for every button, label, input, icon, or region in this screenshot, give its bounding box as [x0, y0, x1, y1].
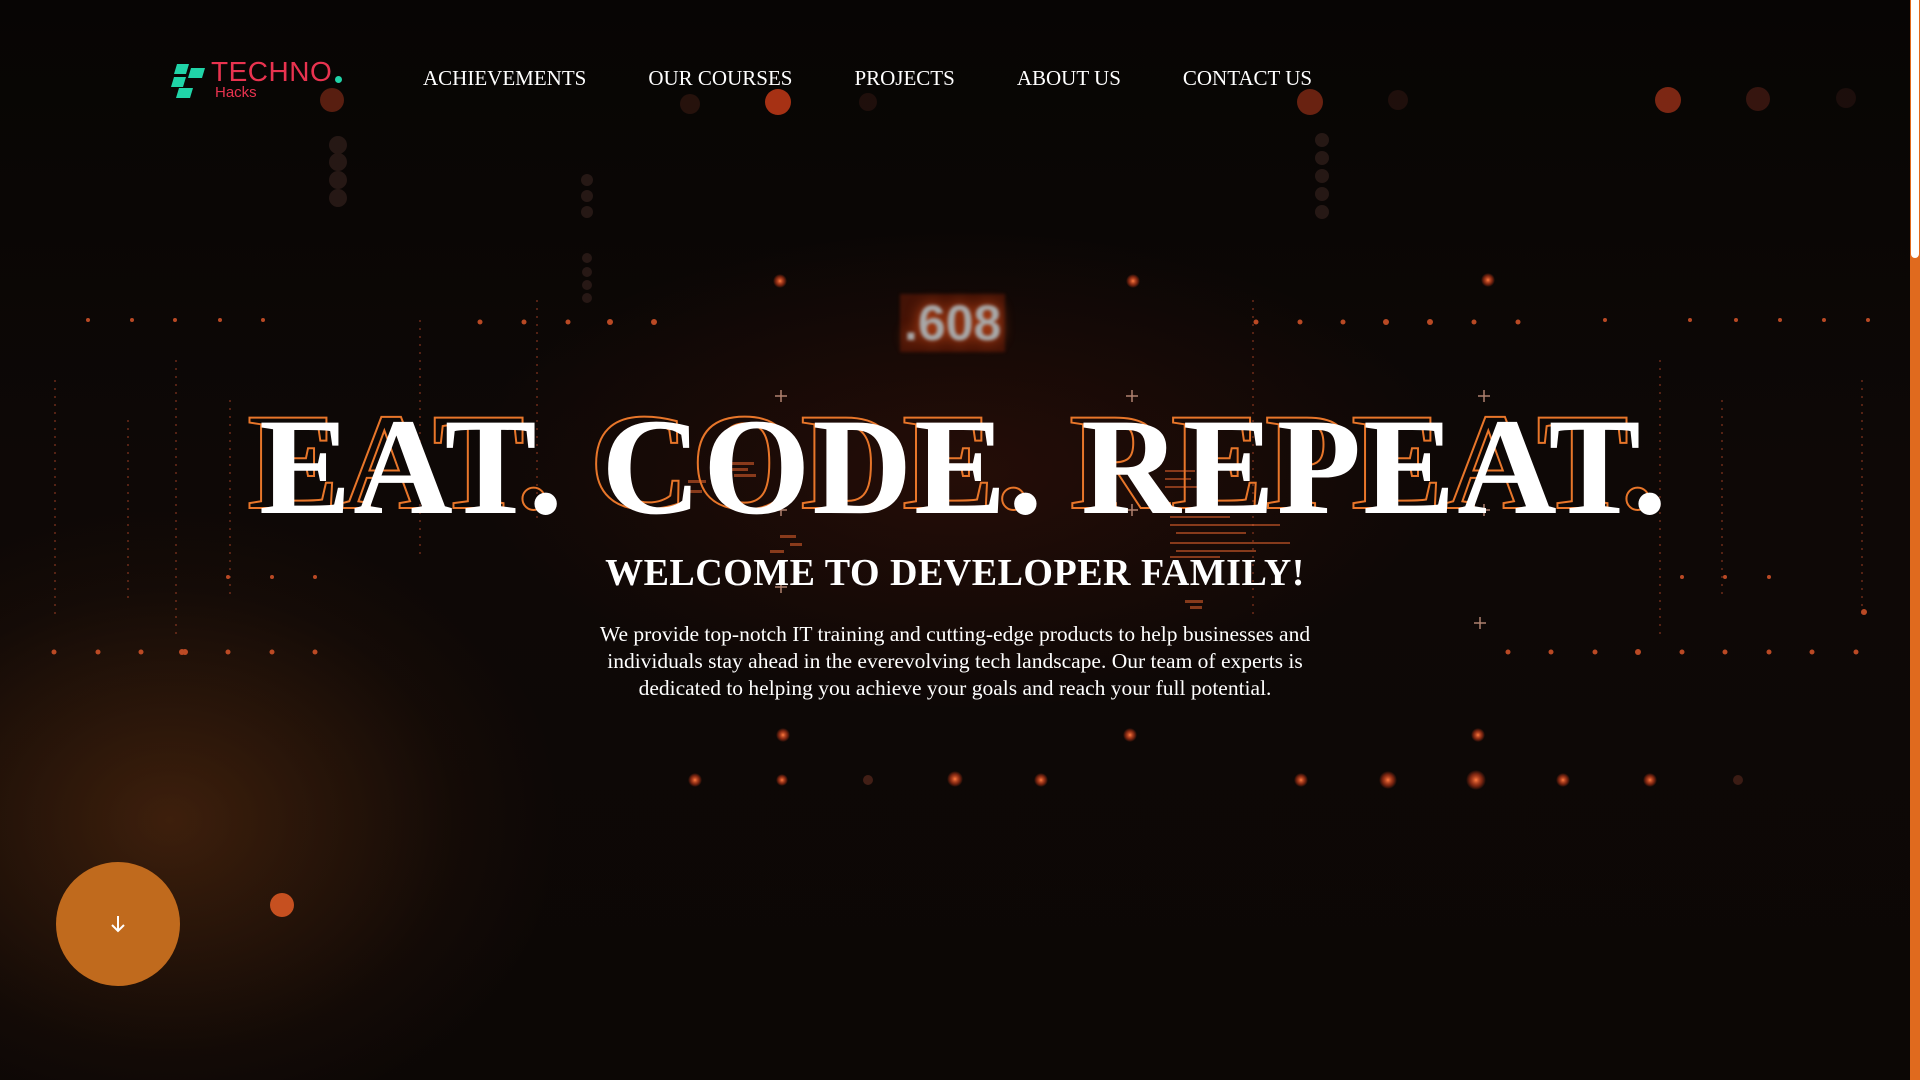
scrollbar-thumb[interactable] — [1911, 0, 1919, 258]
brand-dot — [335, 76, 342, 83]
hero-subheadline: WELCOME TO DEVELOPER FAMILY! — [605, 552, 1305, 594]
hero-headline: EAT. CODE. REPEAT. EAT. CODE. REPEAT. — [0, 386, 1920, 543]
nav-contact-us[interactable]: CONTACT US — [1183, 66, 1312, 91]
nav-about-us[interactable]: ABOUT US — [1017, 66, 1121, 91]
hero-description: We provide top-notch IT training and cut… — [599, 622, 1311, 700]
brand-subtitle: Hacks — [215, 84, 257, 101]
main-nav: ACHIEVEMENTS OUR COURSES PROJECTS ABOUT … — [423, 66, 1374, 91]
decorative-orb — [270, 893, 294, 917]
arrow-down-icon — [111, 916, 125, 933]
nav-projects[interactable]: PROJECTS — [854, 66, 954, 91]
nav-achievements[interactable]: ACHIEVEMENTS — [423, 66, 586, 91]
hero-headline-text: EAT. CODE. REPEAT. — [259, 390, 1669, 543]
brand-logo[interactable]: TECHNO Hacks — [171, 56, 361, 102]
page-scrollbar[interactable] — [1910, 0, 1920, 1080]
nav-our-courses[interactable]: OUR COURSES — [648, 66, 792, 91]
scroll-down-button[interactable] — [56, 862, 180, 986]
logo-blocks-icon — [171, 64, 205, 98]
background-code-snippet: .608 — [900, 294, 1006, 352]
